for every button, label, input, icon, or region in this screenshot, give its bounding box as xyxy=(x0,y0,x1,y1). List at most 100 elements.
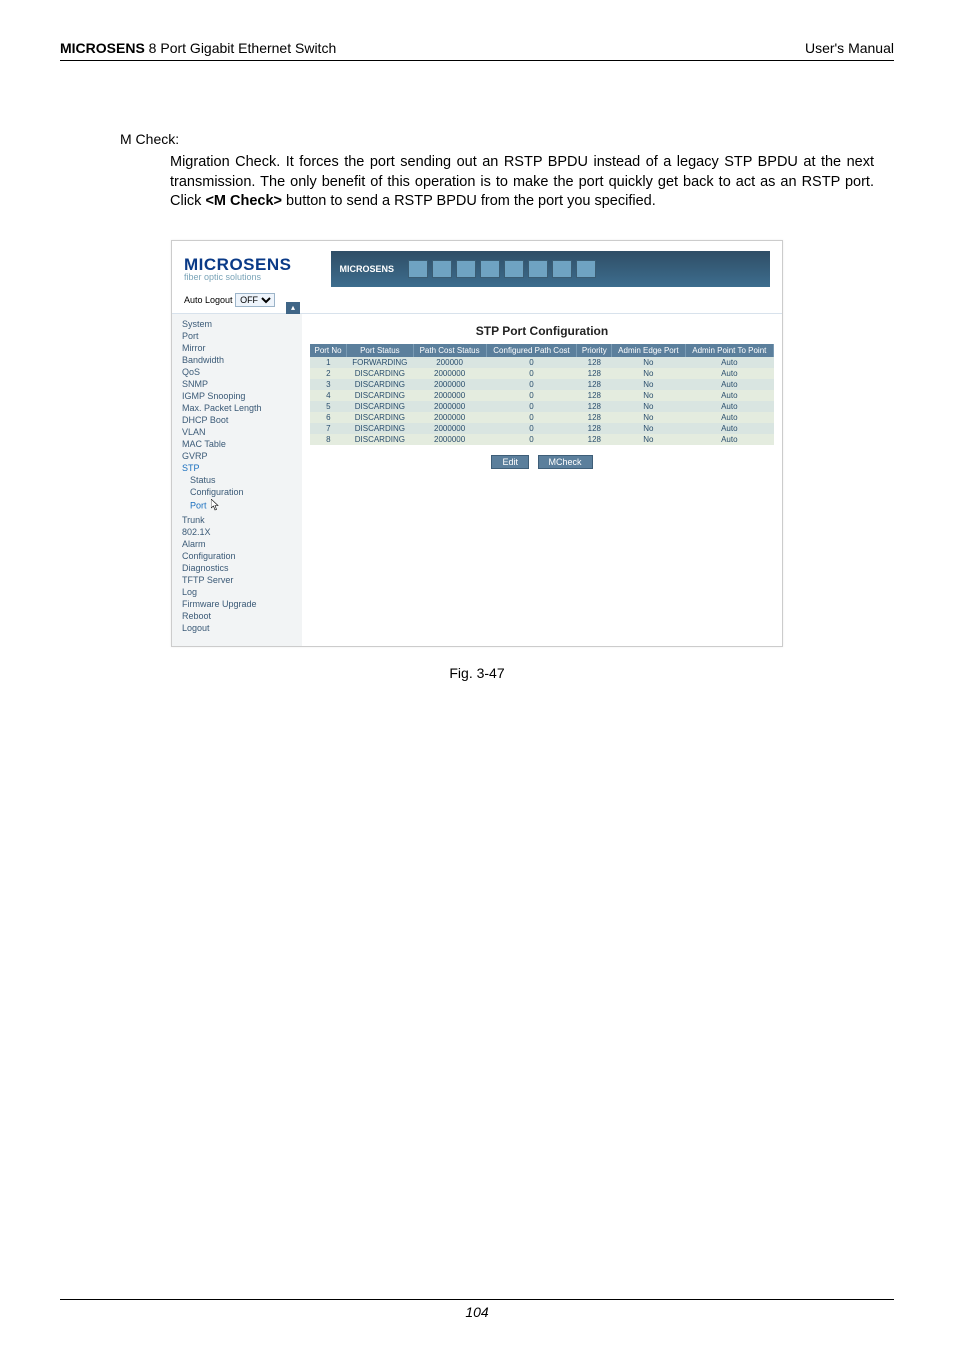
table-header: Priority xyxy=(577,344,612,357)
screenshot: MICROSENS fiber optic solutions MICROSEN… xyxy=(171,240,783,647)
table-cell: DISCARDING xyxy=(347,368,414,379)
sidebar-item[interactable]: Bandwidth xyxy=(172,354,302,366)
sidebar-item[interactable]: DHCP Boot xyxy=(172,414,302,426)
table-header: Path Cost Status xyxy=(413,344,486,357)
sidebar-item-stp[interactable]: STP xyxy=(172,462,302,474)
table-cell: 3 xyxy=(310,379,347,390)
sidebar-item[interactable]: Reboot xyxy=(172,610,302,622)
table-cell: No xyxy=(612,357,685,368)
table-row[interactable]: 5DISCARDING20000000128NoAuto xyxy=(310,401,774,412)
table-cell: 2000000 xyxy=(413,390,486,401)
table-cell: 128 xyxy=(577,423,612,434)
port-icon xyxy=(456,260,476,278)
table-header: Configured Path Cost xyxy=(486,344,577,357)
sidebar-item[interactable]: Logout xyxy=(172,622,302,634)
table-cell: No xyxy=(612,390,685,401)
sidebar-item[interactable]: Port xyxy=(172,330,302,342)
header-product: 8 Port Gigabit Ethernet Switch xyxy=(145,40,336,56)
table-cell: Auto xyxy=(685,412,773,423)
table-cell: No xyxy=(612,423,685,434)
sidebar-item[interactable]: QoS xyxy=(172,366,302,378)
autologout-select[interactable]: OFF xyxy=(235,293,275,307)
table-row[interactable]: 1FORWARDING2000000128NoAuto xyxy=(310,357,774,368)
table-cell: Auto xyxy=(685,357,773,368)
table-cell: Auto xyxy=(685,423,773,434)
sidebar-item[interactable]: Configuration xyxy=(172,550,302,562)
banner-label: MICROSENS xyxy=(339,264,394,274)
table-cell: 2000000 xyxy=(413,423,486,434)
table-header: Admin Edge Port xyxy=(612,344,685,357)
sidebar-item-status[interactable]: Status xyxy=(172,474,302,486)
section-body: Migration Check. It forces the port send… xyxy=(170,153,874,212)
button-row: Edit MCheck xyxy=(310,455,774,469)
table-cell: DISCARDING xyxy=(347,434,414,445)
table-cell: 8 xyxy=(310,434,347,445)
sidebar-item[interactable]: GVRP xyxy=(172,450,302,462)
sidebar-item[interactable]: Log xyxy=(172,586,302,598)
table-row[interactable]: 2DISCARDING20000000128NoAuto xyxy=(310,368,774,379)
table-cell: 1 xyxy=(310,357,347,368)
stp-table: Port NoPort StatusPath Cost StatusConfig… xyxy=(310,344,774,445)
table-cell: 6 xyxy=(310,412,347,423)
table-cell: DISCARDING xyxy=(347,401,414,412)
screenshot-header: MICROSENS fiber optic solutions MICROSEN… xyxy=(172,241,782,291)
port-icon xyxy=(552,260,572,278)
sidebar-item[interactable]: Firmware Upgrade xyxy=(172,598,302,610)
table-cell: 200000 xyxy=(413,357,486,368)
table-cell: 2000000 xyxy=(413,434,486,445)
brand-block: MICROSENS fiber optic solutions xyxy=(184,256,291,282)
port-icon xyxy=(408,260,428,278)
sidebar-item[interactable]: Trunk xyxy=(172,514,302,526)
table-row[interactable]: 4DISCARDING20000000128NoAuto xyxy=(310,390,774,401)
scroll-up-icon[interactable]: ▴ xyxy=(286,302,300,314)
sidebar-item[interactable]: IGMP Snooping xyxy=(172,390,302,402)
sidebar-item[interactable]: Diagnostics xyxy=(172,562,302,574)
table-row[interactable]: 6DISCARDING20000000128NoAuto xyxy=(310,412,774,423)
table-row[interactable]: 3DISCARDING20000000128NoAuto xyxy=(310,379,774,390)
table-row[interactable]: 8DISCARDING20000000128NoAuto xyxy=(310,434,774,445)
table-cell: DISCARDING xyxy=(347,379,414,390)
table-cell: Auto xyxy=(685,368,773,379)
mcheck-button[interactable]: MCheck xyxy=(538,455,593,469)
table-cell: Auto xyxy=(685,434,773,445)
table-cell: 0 xyxy=(486,379,577,390)
table-row[interactable]: 7DISCARDING20000000128NoAuto xyxy=(310,423,774,434)
table-cell: 128 xyxy=(577,357,612,368)
edit-button[interactable]: Edit xyxy=(491,455,529,469)
table-cell: No xyxy=(612,368,685,379)
sidebar-item[interactable]: 802.1X xyxy=(172,526,302,538)
sidebar-item[interactable]: MAC Table xyxy=(172,438,302,450)
table-cell: No xyxy=(612,401,685,412)
section-label: M Check: xyxy=(120,131,894,147)
table-cell: 128 xyxy=(577,368,612,379)
table-cell: DISCARDING xyxy=(347,412,414,423)
page-number: 104 xyxy=(465,1304,488,1320)
table-cell: 2 xyxy=(310,368,347,379)
sidebar-item[interactable]: SNMP xyxy=(172,378,302,390)
header-brand: MICROSENS xyxy=(60,40,145,56)
brand-line1: MICROSENS xyxy=(184,256,291,273)
port-icon xyxy=(432,260,452,278)
table-cell: No xyxy=(612,412,685,423)
table-header: Port Status xyxy=(347,344,414,357)
sidebar-item-configuration[interactable]: Configuration xyxy=(172,486,302,498)
sidebar-item[interactable]: Mirror xyxy=(172,342,302,354)
sidebar-item[interactable]: System xyxy=(172,318,302,330)
table-cell: DISCARDING xyxy=(347,423,414,434)
port-icon xyxy=(528,260,548,278)
table-cell: 0 xyxy=(486,357,577,368)
port-icon xyxy=(576,260,596,278)
table-cell: Auto xyxy=(685,401,773,412)
sidebar-item[interactable]: Alarm xyxy=(172,538,302,550)
table-header: Admin Point To Point xyxy=(685,344,773,357)
table-cell: 128 xyxy=(577,434,612,445)
table-cell: 5 xyxy=(310,401,347,412)
table-cell: 128 xyxy=(577,390,612,401)
sidebar-item[interactable]: Max. Packet Length xyxy=(172,402,302,414)
sidebar-item-port[interactable]: Port xyxy=(172,498,302,514)
table-cell: 2000000 xyxy=(413,368,486,379)
sidebar-item[interactable]: VLAN xyxy=(172,426,302,438)
sidebar-item[interactable]: TFTP Server xyxy=(172,574,302,586)
table-cell: 128 xyxy=(577,401,612,412)
autologout-label: Auto Logout xyxy=(184,295,233,305)
